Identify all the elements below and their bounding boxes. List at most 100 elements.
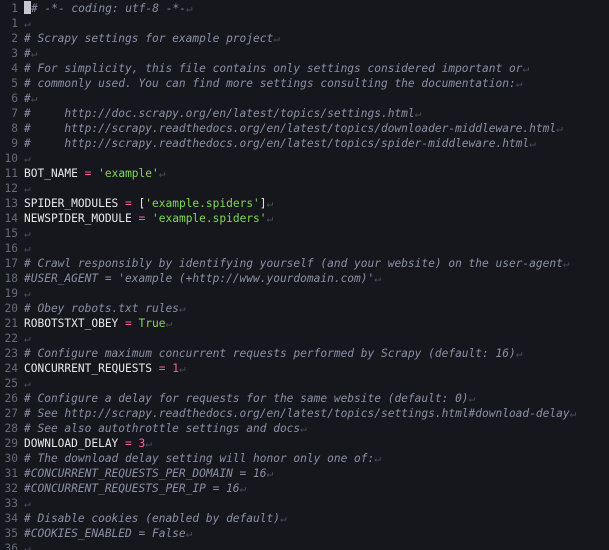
line-content: #CONCURRENT_REQUESTS_PER_IP = 16↵	[24, 481, 609, 496]
end-of-line-marker: ↵	[24, 17, 31, 30]
end-of-line-marker: ↵	[30, 92, 38, 105]
line-number: 8	[11, 122, 18, 135]
code-line[interactable]: 13 SPIDER_MODULES = ['example.spiders']↵	[0, 196, 609, 211]
line-content: DOWNLOAD_DELAY = 3↵	[24, 436, 609, 451]
line-content: # Disable cookies (enabled by default)↵	[24, 511, 609, 526]
line-content: #COOKIES_ENABLED = False↵	[24, 526, 609, 541]
code-token-comment: #COOKIES_ENABLED = False	[24, 527, 186, 540]
code-token-op: =	[125, 437, 132, 450]
code-token-str: 'example.spiders'	[152, 212, 267, 225]
line-number: 21	[4, 317, 18, 330]
code-token-comment: # Disable cookies (enabled by default)	[24, 512, 280, 525]
code-token-comment: #USER_AGENT = 'example (+http://www.your…	[24, 272, 375, 285]
code-line[interactable]: 31 #CONCURRENT_REQUESTS_PER_DOMAIN = 16↵	[0, 466, 609, 481]
line-content: ↵	[24, 376, 609, 391]
line-number: 34	[4, 512, 18, 525]
line-content: # Obey robots.txt rules↵	[24, 301, 609, 316]
line-number: 26	[4, 392, 18, 405]
code-line[interactable]: 10 ↵	[0, 151, 609, 166]
code-line[interactable]: 36 ↵	[0, 541, 609, 550]
line-content: ↵	[24, 541, 609, 550]
code-line[interactable]: 18 #USER_AGENT = 'example (+http://www.yo…	[0, 271, 609, 286]
end-of-line-marker: ↵	[178, 302, 186, 315]
code-line[interactable]: 22 ↵	[0, 331, 609, 346]
line-number: 2	[11, 32, 18, 45]
code-line[interactable]: 33 ↵	[0, 496, 609, 511]
code-line[interactable]: 11 BOT_NAME = 'example'↵	[0, 166, 609, 181]
code-line[interactable]: 4 # For simplicity, this file contains on…	[0, 61, 609, 76]
code-token-plain: ROBOTSTXT_OBEY	[24, 317, 126, 330]
line-content: # http://scrapy.readthedocs.org/en/lates…	[24, 136, 609, 151]
line-content: # See http://scrapy.readthedocs.org/en/l…	[24, 406, 609, 421]
end-of-line-marker: ↵	[468, 392, 476, 405]
code-token-op: =	[125, 317, 132, 330]
line-number: 35	[4, 527, 18, 540]
end-of-line-marker: ↵	[178, 362, 186, 375]
code-line[interactable]: 29 DOWNLOAD_DELAY = 3↵	[0, 436, 609, 451]
line-content: ↵	[24, 241, 609, 256]
end-of-line-marker: ↵	[266, 197, 274, 210]
line-number: 7	[11, 107, 18, 120]
end-of-line-marker: ↵	[562, 257, 570, 270]
line-content: ↵	[24, 16, 609, 31]
code-line[interactable]: 21 ROBOTSTXT_OBEY = True↵	[0, 316, 609, 331]
line-content: #↵	[24, 46, 609, 61]
code-token-plain: CONCURRENT_REQUESTS	[24, 362, 159, 375]
code-line[interactable]: 15 ↵	[0, 226, 609, 241]
line-content: # Scrapy settings for example project↵	[24, 31, 609, 46]
line-content: SPIDER_MODULES = ['example.spiders']↵	[24, 196, 609, 211]
line-content: # The download delay setting will honor …	[24, 451, 609, 466]
code-line[interactable]: 9 # http://scrapy.readthedocs.org/en/late…	[0, 136, 609, 151]
code-token-comment: # Configure a delay for requests for the…	[24, 392, 469, 405]
code-line[interactable]: 5 # commonly used. You can find more sett…	[0, 76, 609, 91]
line-number: 27	[4, 407, 18, 420]
code-token-comment: # commonly used. You can find more setti…	[24, 77, 516, 90]
code-line[interactable]: 19 ↵	[0, 286, 609, 301]
end-of-line-marker: ↵	[145, 437, 153, 450]
line-content: #USER_AGENT = 'example (+http://www.your…	[24, 271, 609, 286]
code-line[interactable]: 35 #COOKIES_ENABLED = False↵	[0, 526, 609, 541]
code-token-kw: True	[138, 317, 166, 330]
code-line[interactable]: 12 ↵	[0, 181, 609, 196]
code-line[interactable]: 1 # -*- coding: utf-8 -*-↵	[0, 1, 609, 16]
code-token-comment: # Obey robots.txt rules	[24, 302, 179, 315]
code-line[interactable]: 3 #↵	[0, 46, 609, 61]
code-token-plain: SPIDER_MODULES	[24, 197, 126, 210]
code-token-op: =	[125, 197, 132, 210]
code-line[interactable]: 30 # The download delay setting will hono…	[0, 451, 609, 466]
code-line[interactable]: 28 # See also autothrottle settings and d…	[0, 421, 609, 436]
line-content: # For simplicity, this file contains onl…	[24, 61, 609, 76]
code-line[interactable]: 17 # Crawl responsibly by identifying you…	[0, 256, 609, 271]
line-content: NEWSPIDER_MODULE = 'example.spiders'↵	[24, 211, 609, 226]
code-line[interactable]: 25 ↵	[0, 376, 609, 391]
line-number: 33	[4, 497, 18, 510]
code-line[interactable]: 27 # See http://scrapy.readthedocs.org/en…	[0, 406, 609, 421]
line-content: #CONCURRENT_REQUESTS_PER_DOMAIN = 16↵	[24, 466, 609, 481]
code-line[interactable]: 1 ↵	[0, 16, 609, 31]
line-number: 28	[4, 422, 18, 435]
code-line[interactable]: 2 # Scrapy settings for example project↵	[0, 31, 609, 46]
code-line[interactable]: 26 # Configure a delay for requests for t…	[0, 391, 609, 406]
code-token-plain: DOWNLOAD_DELAY	[24, 437, 126, 450]
line-content: #↵	[24, 91, 609, 106]
code-editor[interactable]: 1 # -*- coding: utf-8 -*-↵ 1 ↵ 2 # Scrapy set…	[0, 0, 609, 550]
code-line[interactable]: 23 # Configure maximum concurrent request…	[0, 346, 609, 361]
code-line[interactable]: 24 CONCURRENT_REQUESTS = 1↵	[0, 361, 609, 376]
line-number: 20	[4, 302, 18, 315]
end-of-line-marker: ↵	[515, 347, 523, 360]
code-token-plain: NEWSPIDER_MODULE	[24, 212, 139, 225]
code-token-plain: BOT_NAME	[24, 167, 85, 180]
code-line[interactable]: 6 #↵	[0, 91, 609, 106]
code-line[interactable]: 34 # Disable cookies (enabled by default)…	[0, 511, 609, 526]
end-of-line-marker: ↵	[24, 287, 31, 300]
code-line[interactable]: 20 # Obey robots.txt rules↵	[0, 301, 609, 316]
line-number: 29	[4, 437, 18, 450]
code-line[interactable]: 7 # http://doc.scrapy.org/en/latest/topic…	[0, 106, 609, 121]
code-line[interactable]: 14 NEWSPIDER_MODULE = 'example.spiders'↵	[0, 211, 609, 226]
end-of-line-marker: ↵	[556, 122, 563, 135]
line-content: ↵	[24, 286, 609, 301]
code-line[interactable]: 32 #CONCURRENT_REQUESTS_PER_IP = 16↵	[0, 481, 609, 496]
code-line[interactable]: 8 # http://scrapy.readthedocs.org/en/late…	[0, 121, 609, 136]
code-line[interactable]: 16 ↵	[0, 241, 609, 256]
line-content: # Crawl responsibly by identifying yours…	[24, 256, 609, 271]
